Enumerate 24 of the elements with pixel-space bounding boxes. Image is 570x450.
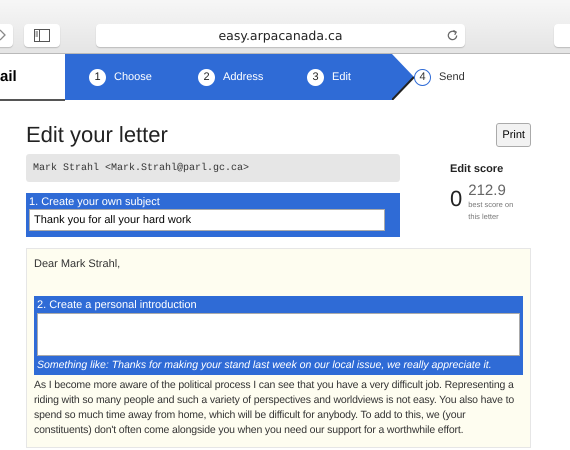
introduction-hint: Something like: Thanks for making your stand last week on our local issue, we really appreciate it. — [37, 358, 493, 372]
recipient-field: Mark Strahl <Mark.Strahl@parl.gc.ca> — [26, 154, 400, 182]
letter-greeting: Dear Mark Strahl, — [34, 258, 122, 270]
reload-icon[interactable] — [446, 28, 459, 42]
url-text: easy.arpacanada.ca — [218, 28, 343, 42]
step-label[interactable]: Send — [439, 71, 465, 83]
step-label[interactable]: Edit — [332, 71, 351, 83]
sidebar-icon — [34, 28, 50, 42]
letter-body: As I become more aware of the political process I can see that you have a very difficult job. Representing a riding with so many people and such a variety of perspectives and worldviews is not easy. You also have to spend so much time away from home, which will be difficult for anybody. To add to this, we (your constituents) don't often come alongside you when you need our support for a worthwhile effort. — [34, 378, 516, 438]
score-value: 0 — [450, 186, 462, 213]
step-number: 4 — [414, 68, 431, 86]
subject-field[interactable]: Thank you for all your hard work — [29, 209, 385, 231]
step-label[interactable]: Address — [223, 71, 264, 83]
chevron-icon — [0, 29, 7, 41]
best-score: 212.9 — [468, 182, 507, 199]
score-title: Edit score — [450, 163, 504, 175]
address-bar[interactable]: easy.arpacanada.ca — [96, 24, 465, 46]
page-heading: Edit your letter — [26, 121, 168, 149]
introduction-field[interactable] — [37, 313, 520, 356]
sidebar-button[interactable] — [24, 24, 60, 46]
step-label[interactable]: Choose — [114, 71, 152, 83]
subject-label: 1. Create your own subject — [29, 195, 161, 209]
print-button[interactable]: Print — [496, 123, 531, 147]
introduction-label: 2. Create a personal introduction — [37, 298, 198, 312]
